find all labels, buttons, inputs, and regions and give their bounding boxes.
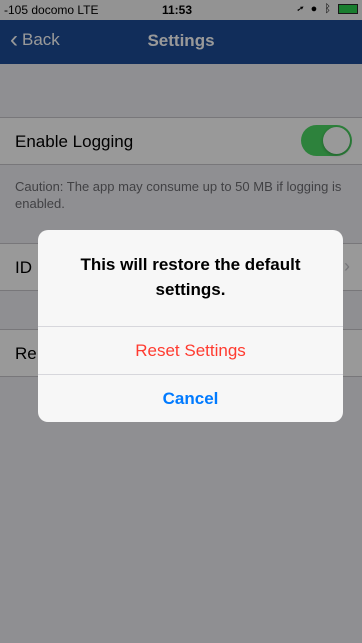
reset-alert-dialog: This will restore the default settings. … — [38, 230, 343, 422]
alert-message: This will restore the default settings. — [80, 255, 301, 299]
reset-settings-button[interactable]: Reset Settings — [38, 326, 343, 375]
cancel-button[interactable]: Cancel — [38, 374, 343, 422]
settings-screen: -105 docomo LTE 11:53 ➚ ● ᛒ ‹ Back Setti… — [0, 0, 362, 643]
